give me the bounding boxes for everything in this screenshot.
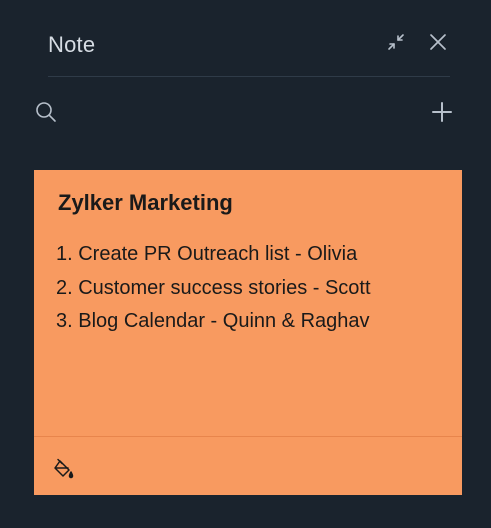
note-widget-panel: Note Zylker Marketing 1. Create PR Outre… — [0, 0, 491, 528]
note-widget-header: Note — [48, 24, 450, 77]
collapse-arrows-icon[interactable] — [384, 30, 408, 54]
search-icon[interactable] — [34, 100, 58, 124]
note-line: 3. Blog Calendar - Quinn & Raghav — [56, 310, 370, 332]
paint-bucket-icon[interactable] — [52, 458, 74, 480]
note-title: Zylker Marketing — [58, 190, 233, 215]
note-footer-divider — [34, 436, 462, 437]
close-icon[interactable] — [426, 30, 450, 54]
sticky-note-card[interactable]: Zylker Marketing 1. Create PR Outreach l… — [34, 170, 462, 495]
widget-title: Note — [48, 32, 96, 57]
plus-icon[interactable] — [430, 100, 454, 124]
note-line: 2. Customer success stories - Scott — [56, 276, 371, 299]
note-toolbar — [34, 98, 454, 128]
note-body: 1. Create PR Outreach list - Olivia 2. C… — [56, 238, 371, 339]
note-line: 1. Create PR Outreach list - Olivia — [56, 243, 358, 265]
